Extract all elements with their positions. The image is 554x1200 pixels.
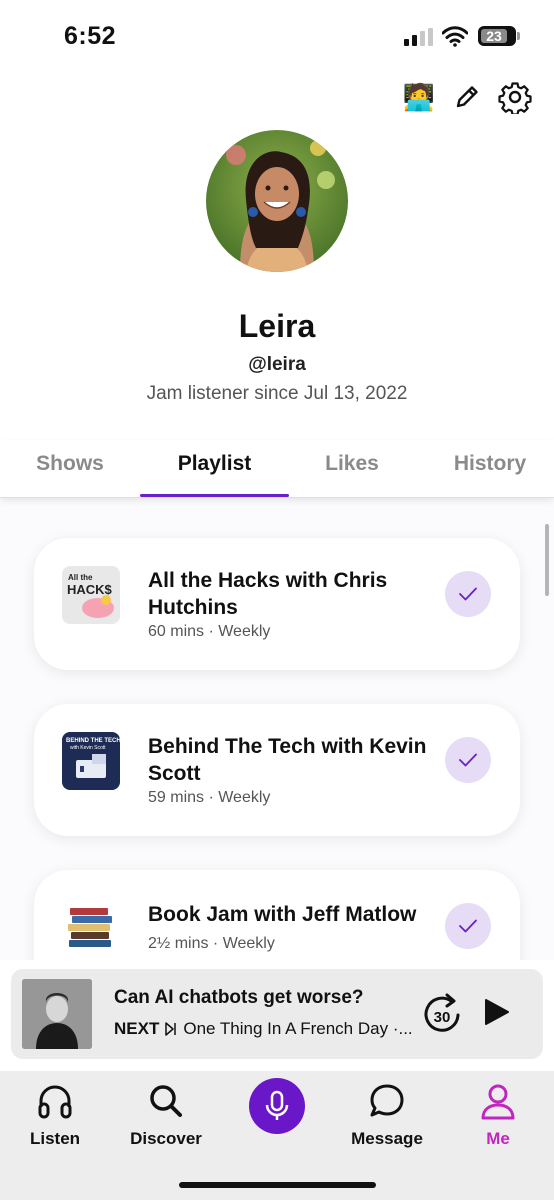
artwork-text-line2: HACK$ <box>67 582 113 597</box>
playlist-list[interactable]: All the HACK$ All the Hacks with Chris H… <box>0 498 554 960</box>
profile-avatar[interactable] <box>206 130 348 272</box>
skip-next-icon <box>165 1022 177 1036</box>
subscribed-check-button[interactable] <box>445 571 491 617</box>
show-title: Behind The Tech with Kevin Scott <box>148 735 427 785</box>
settings-button[interactable] <box>498 80 532 114</box>
check-icon <box>459 753 477 767</box>
record-mic-button[interactable] <box>249 1078 305 1134</box>
nav-discover-label: Discover <box>130 1129 202 1148</box>
battery-level: 23 <box>481 29 507 43</box>
show-title: All the Hacks with Chris Hutchins <box>148 569 388 619</box>
next-label: NEXT <box>114 1019 160 1038</box>
tab-likes[interactable]: Likes <box>302 452 402 476</box>
show-meta: 59 mins · Weekly <box>148 789 271 806</box>
headphones-icon <box>38 1085 72 1119</box>
tab-shows[interactable]: Shows <box>20 452 120 476</box>
nav-message-label: Message <box>351 1129 423 1148</box>
artwork-text-line1: All the <box>68 573 93 582</box>
cellular-signal-icon <box>404 28 434 46</box>
show-artwork: BEHIND THE TECH with Kevin Scott <box>62 732 120 790</box>
scrollbar[interactable] <box>545 524 549 596</box>
show-artwork <box>62 898 120 956</box>
active-tab-indicator <box>140 494 289 497</box>
technologist-emoji-icon[interactable]: 🧑‍💻 <box>402 80 436 114</box>
show-meta: 60 mins · Weekly <box>148 623 271 640</box>
now-playing-artwork <box>22 979 92 1049</box>
show-meta: 2½ mins · Weekly <box>148 935 275 952</box>
nav-discover[interactable]: Discover <box>121 1081 211 1149</box>
member-since-text: Jam listener since Jul 13, 2022 <box>146 383 408 404</box>
tab-history[interactable]: History <box>440 452 540 476</box>
profile-handle: @leira <box>248 354 306 375</box>
play-icon[interactable] <box>481 997 511 1027</box>
up-next-row[interactable]: NEXT One Thing In A French Day ·... <box>114 1019 413 1039</box>
nav-listen[interactable]: Listen <box>10 1081 100 1149</box>
edit-profile-button[interactable] <box>450 80 484 114</box>
now-playing-title: Can AI chatbots get worse? <box>114 987 364 1008</box>
gear-icon <box>498 82 532 114</box>
check-icon <box>459 919 477 933</box>
tab-playlist[interactable]: Playlist <box>140 452 289 476</box>
nav-me[interactable]: Me <box>453 1081 543 1149</box>
wifi-icon <box>442 26 468 47</box>
bottom-navigation: Listen Discover Message Me <box>0 1071 554 1200</box>
nav-listen-label: Listen <box>29 1129 81 1148</box>
skip-forward-30-icon[interactable]: 30 <box>421 993 463 1035</box>
subscribed-check-button[interactable] <box>445 737 491 783</box>
pencil-icon <box>456 86 478 108</box>
battery-icon: 23 <box>478 26 520 46</box>
playlist-item[interactable]: Book Jam with Jeff Matlow 2½ mins · Week… <box>34 870 520 960</box>
show-artwork: All the HACK$ <box>62 566 120 624</box>
profile-actions: 🧑‍💻 <box>402 80 532 114</box>
home-indicator <box>179 1182 376 1188</box>
playlist-item[interactable]: BEHIND THE TECH with Kevin Scott Behind … <box>34 704 520 836</box>
mini-player[interactable]: Can AI chatbots get worse? NEXT One Thin… <box>11 969 543 1059</box>
next-episode-title: One Thing In A French Day ·... <box>183 1019 413 1038</box>
svg-text:BEHIND THE TECH: BEHIND THE TECH <box>66 738 120 744</box>
check-icon <box>459 587 477 601</box>
status-bar: 6:52 23 <box>0 0 554 74</box>
search-icon <box>150 1085 182 1117</box>
svg-text:with Kevin Scott: with Kevin Scott <box>70 745 106 751</box>
profile-name: Leira <box>238 308 316 344</box>
nav-me-label: Me <box>486 1129 510 1148</box>
person-icon <box>481 1084 515 1120</box>
profile-tabs: Shows Playlist Likes History <box>0 440 554 498</box>
microphone-icon <box>265 1090 289 1120</box>
show-title: Book Jam with Jeff Matlow <box>148 903 417 926</box>
status-time: 6:52 <box>64 22 117 50</box>
playlist-item[interactable]: All the HACK$ All the Hacks with Chris H… <box>34 538 520 670</box>
chat-bubble-icon <box>370 1084 404 1117</box>
subscribed-check-button[interactable] <box>445 903 491 949</box>
nav-message[interactable]: Message <box>342 1081 432 1149</box>
skip-seconds: 30 <box>434 1009 451 1026</box>
